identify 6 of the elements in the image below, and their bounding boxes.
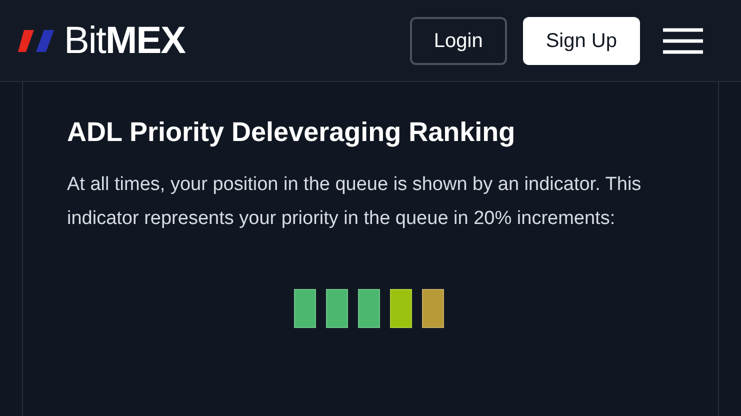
- menu-icon[interactable]: [663, 28, 703, 54]
- logo-text: BitMEX: [64, 22, 185, 60]
- section-paragraph: At all times, your position in the queue is shown by an indicator. This indicator represents your priority in the queue in 20% increments:: [67, 173, 642, 231]
- login-button[interactable]: Login: [410, 16, 507, 64]
- section-title: ADL Priority Deleveraging Ranking: [67, 116, 516, 148]
- sign-up-button[interactable]: Sign Up: [522, 16, 640, 64]
